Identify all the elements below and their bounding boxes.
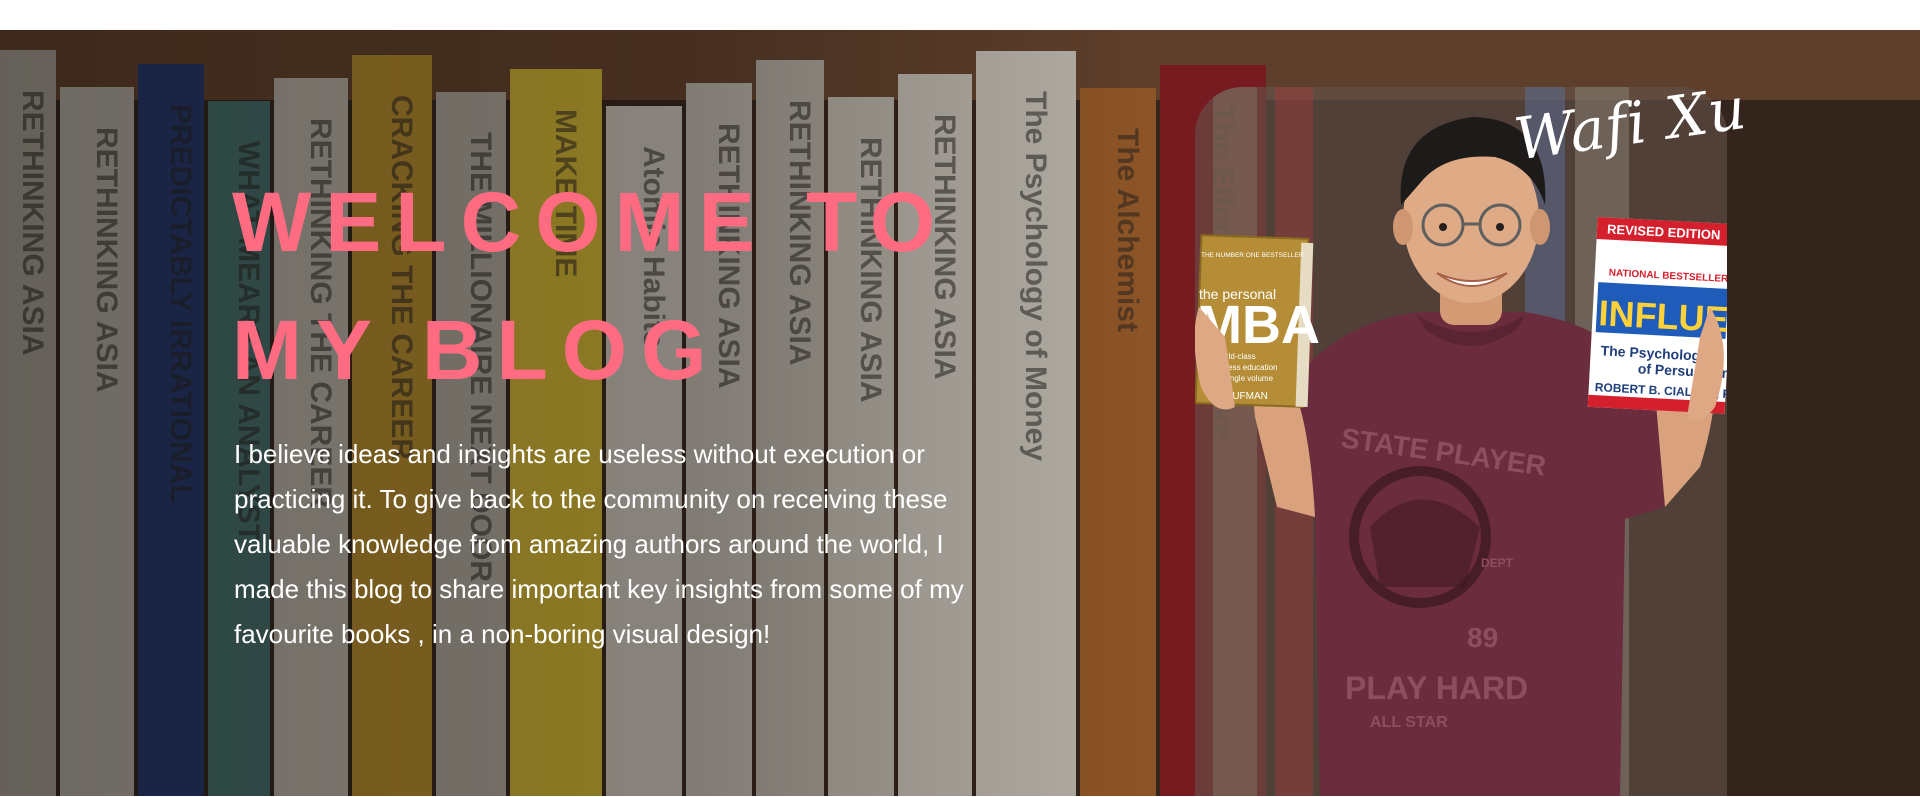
mba-badge-text: THE NUMBER ONE BESTSELLER <box>1201 252 1304 259</box>
author-photo-frame: STATE PLAYER 89 PLAY HARD ALL STAR DEPT … <box>1195 87 1727 796</box>
shirt-print-line3: ALL STAR <box>1370 714 1448 731</box>
hero-intro-text: I believe ideas and insights are useless… <box>234 439 964 649</box>
headline-line-1: WELCOME TO <box>232 175 950 269</box>
author-photo: STATE PLAYER 89 PLAY HARD ALL STAR DEPT … <box>1195 87 1727 796</box>
shirt-print-number: 89 <box>1467 622 1498 653</box>
hero-section: RETHINKING ASIARETHINKING ASIAPREDICTABL… <box>0 30 1920 796</box>
shirt-print-tag: DEPT <box>1481 556 1514 570</box>
shirt-print-line2: PLAY HARD <box>1345 670 1528 706</box>
headline-line-2: MY BLOG <box>232 303 721 397</box>
hero-headline: WELCOME TO MY BLOG <box>232 158 949 414</box>
top-bar <box>0 0 1920 30</box>
